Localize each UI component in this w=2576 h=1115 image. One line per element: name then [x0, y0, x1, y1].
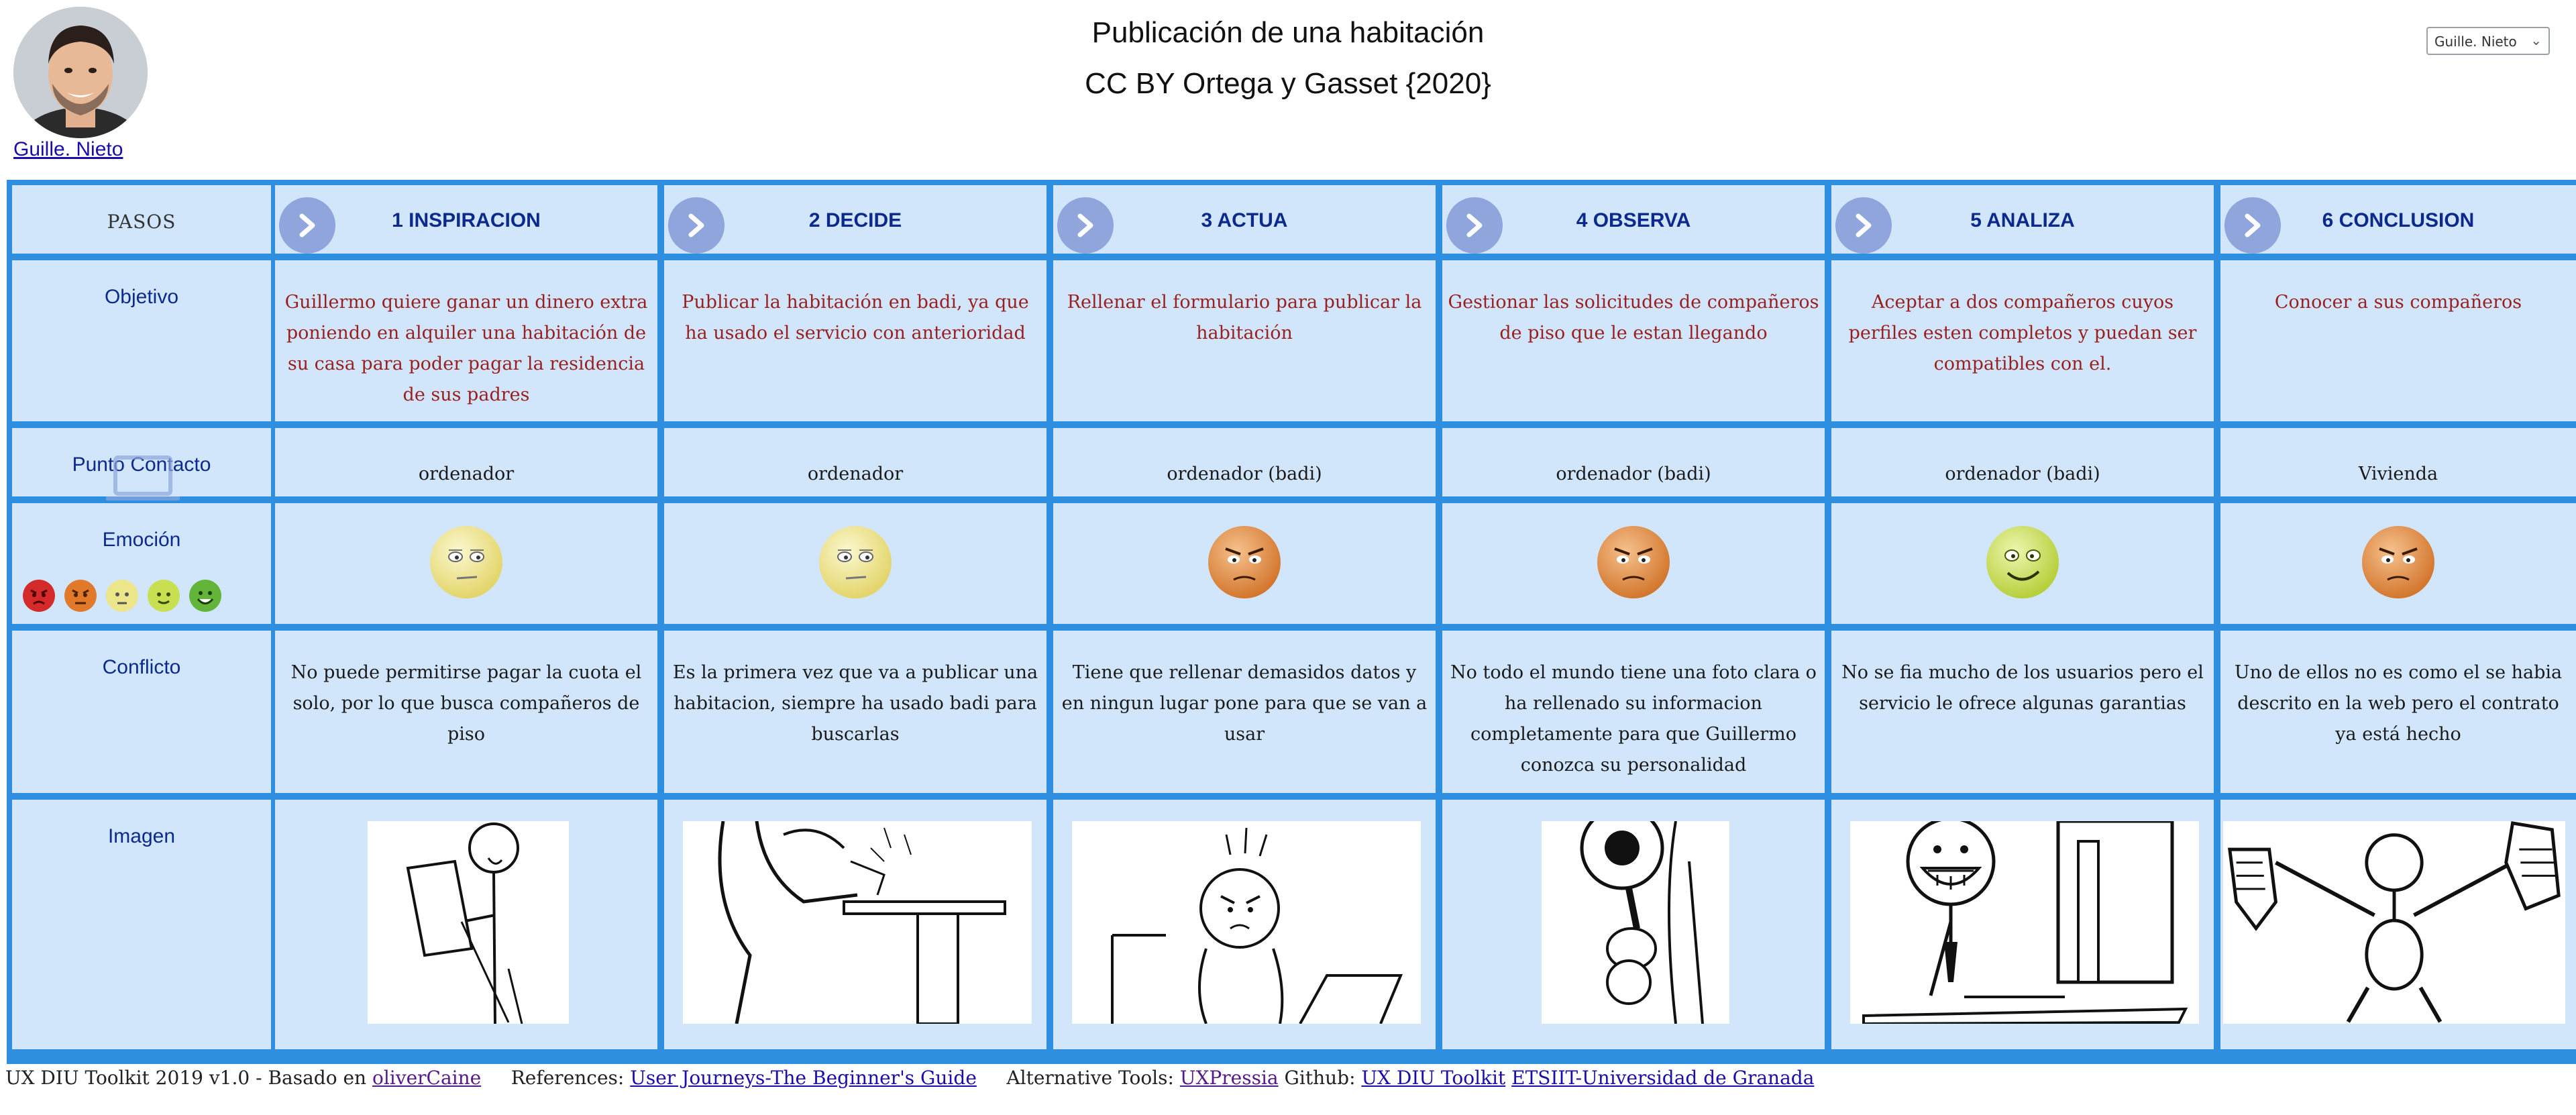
- pasos-header: PASOS: [12, 185, 271, 254]
- step-objetivo: Gestionar las solicitudes de compañeros …: [1442, 260, 1825, 421]
- credit-link[interactable]: oliverCaine: [372, 1067, 481, 1089]
- row-label-objetivo: Objetivo: [12, 260, 271, 421]
- step-header: 2 DECIDE: [664, 185, 1046, 254]
- journey-grid: PASOS Objetivo Punto Contacto Emoción Co…: [7, 180, 2576, 1064]
- step-conflicto: No todo el mundo tiene una foto clara o …: [1442, 631, 1825, 793]
- neutral-face-icon: [819, 526, 892, 598]
- github-link[interactable]: UX DIU Toolkit: [1361, 1067, 1505, 1089]
- step-next-button[interactable]: [279, 197, 335, 254]
- step-label: 2 DECIDE: [808, 209, 902, 231]
- step-header: 6 CONCLUSION: [2220, 185, 2576, 254]
- step-objetivo: Aceptar a dos compañeros cuyos perfiles …: [1831, 260, 2214, 421]
- step-label: 5 ANALIZA: [1970, 209, 2075, 231]
- step-contacto: ordenador: [275, 428, 657, 496]
- step-emocion: [1053, 503, 1436, 624]
- step-conflicto: Es la primera vez que va a publicar una …: [664, 631, 1046, 793]
- happy-face-icon: [189, 580, 221, 612]
- row-label-emocion-text: Emoción: [102, 529, 181, 551]
- step-header: 5 ANALIZA: [1831, 185, 2214, 254]
- angry-face-icon: [1597, 526, 1670, 598]
- step-imagen: [1442, 800, 1825, 1049]
- step-next-button[interactable]: [1446, 197, 1503, 254]
- chevron-right-icon: [1856, 213, 1872, 237]
- angry-face-icon: [2362, 526, 2434, 598]
- row-label-emocion: Emoción: [12, 503, 271, 624]
- step-conflicto: Tiene que rellenar demasidos datos y en …: [1053, 631, 1436, 793]
- alt-tools-link[interactable]: UXPressia: [1180, 1067, 1279, 1089]
- step-emocion: [664, 503, 1046, 624]
- person-reading-paper-illustration: [294, 821, 643, 1024]
- step-imagen: [1831, 800, 2214, 1049]
- step-imagen: [275, 800, 657, 1049]
- step-next-button[interactable]: [668, 197, 724, 254]
- page-subtitle: CC BY Ortega y Gasset {2020}: [1085, 67, 1491, 100]
- neutral-face-icon: [106, 580, 138, 612]
- step-emocion: [2220, 503, 2576, 624]
- step-header: 3 ACTUA: [1053, 185, 1436, 254]
- references-label: References:: [511, 1067, 625, 1089]
- footer-credit: UX DIU Toolkit 2019 v1.0 - Basado en: [5, 1067, 367, 1089]
- laptop-icon: [106, 456, 180, 500]
- step-contacto: ordenador (badi): [1442, 428, 1825, 496]
- user-select[interactable]: Guille. Nieto ⌄: [2426, 27, 2550, 55]
- user-select-value: Guille. Nieto: [2434, 34, 2517, 50]
- step-objetivo: Rellenar el formulario para publicar la …: [1053, 260, 1436, 421]
- step-label: 1 INSPIRACION: [392, 209, 541, 231]
- row-label-contacto: Punto Contacto: [12, 428, 271, 500]
- content-face-icon: [1986, 526, 2059, 598]
- very-angry-face-icon: [23, 580, 55, 612]
- chevron-right-icon: [688, 213, 704, 237]
- step-label: 4 OBSERVA: [1576, 209, 1691, 231]
- university-link[interactable]: ETSIIT-Universidad de Granada: [1511, 1067, 1814, 1089]
- step-emocion: [1442, 503, 1825, 624]
- step-label: 3 ACTUA: [1201, 209, 1288, 231]
- references-link[interactable]: User Journeys-The Beginner's Guide: [630, 1067, 977, 1089]
- footer: UX DIU Toolkit 2019 v1.0 - Basado en oli…: [5, 1067, 1814, 1089]
- emotion-legend: [21, 578, 223, 613]
- step-next-button[interactable]: [1057, 197, 1114, 254]
- step-emocion: [275, 503, 657, 624]
- alt-tools-label: Alternative Tools:: [1006, 1067, 1174, 1089]
- step-next-button[interactable]: [1835, 197, 1892, 254]
- person-with-magnifier-illustration: [1461, 821, 1810, 1024]
- row-label-conflicto: Conflicto: [12, 631, 271, 793]
- step-objetivo: Guillermo quiere ganar un dinero extra p…: [275, 260, 657, 421]
- page-title: Publicación de una habitación: [1091, 16, 1485, 49]
- step-label: 6 CONCLUSION: [2322, 209, 2475, 231]
- step-imagen: [1053, 800, 1436, 1049]
- step-contacto: Vivienda: [2220, 428, 2576, 496]
- step-header: 1 INSPIRACION: [275, 185, 657, 254]
- step-next-button[interactable]: [2224, 197, 2281, 254]
- step-header: 4 OBSERVA: [1442, 185, 1825, 254]
- step-conflicto: Uno de ellos no es como el se habia desc…: [2220, 631, 2576, 793]
- step-contacto: ordenador (badi): [1831, 428, 2214, 496]
- angry-face-icon: [64, 580, 97, 612]
- angry-face-icon: [1208, 526, 1281, 598]
- step-imagen: [2220, 800, 2576, 1049]
- step-conflicto: No se fia mucho de los usuarios pero el …: [1831, 631, 2214, 793]
- smiling-person-computer-illustration: [1850, 821, 2199, 1024]
- person-thumbs-down-illustration: [2223, 821, 2565, 1024]
- row-label-imagen: Imagen: [12, 800, 271, 1049]
- step-objetivo: Conocer a sus compañeros: [2220, 260, 2576, 421]
- github-label: Github:: [1284, 1067, 1356, 1089]
- step-imagen: [664, 800, 1046, 1049]
- step-contacto: ordenador: [664, 428, 1046, 496]
- step-conflicto: No puede permitirse pagar la cuota el so…: [275, 631, 657, 793]
- step-emocion: [1831, 503, 2214, 624]
- user-name-link[interactable]: Guille. Nieto: [13, 138, 123, 161]
- chevron-right-icon: [299, 213, 315, 237]
- chevron-right-icon: [2245, 213, 2261, 237]
- content-face-icon: [148, 580, 180, 612]
- frustrated-person-laptop-illustration: [1072, 821, 1421, 1024]
- step-objetivo: Publicar la habitación en badi, ya que h…: [664, 260, 1046, 421]
- chevron-right-icon: [1466, 213, 1483, 237]
- neutral-face-icon: [430, 526, 502, 598]
- chevron-down-icon: ⌄: [2530, 32, 2542, 48]
- person-typing-at-desk-illustration: [683, 821, 1032, 1024]
- chevron-right-icon: [1077, 213, 1093, 237]
- step-contacto: ordenador (badi): [1053, 428, 1436, 496]
